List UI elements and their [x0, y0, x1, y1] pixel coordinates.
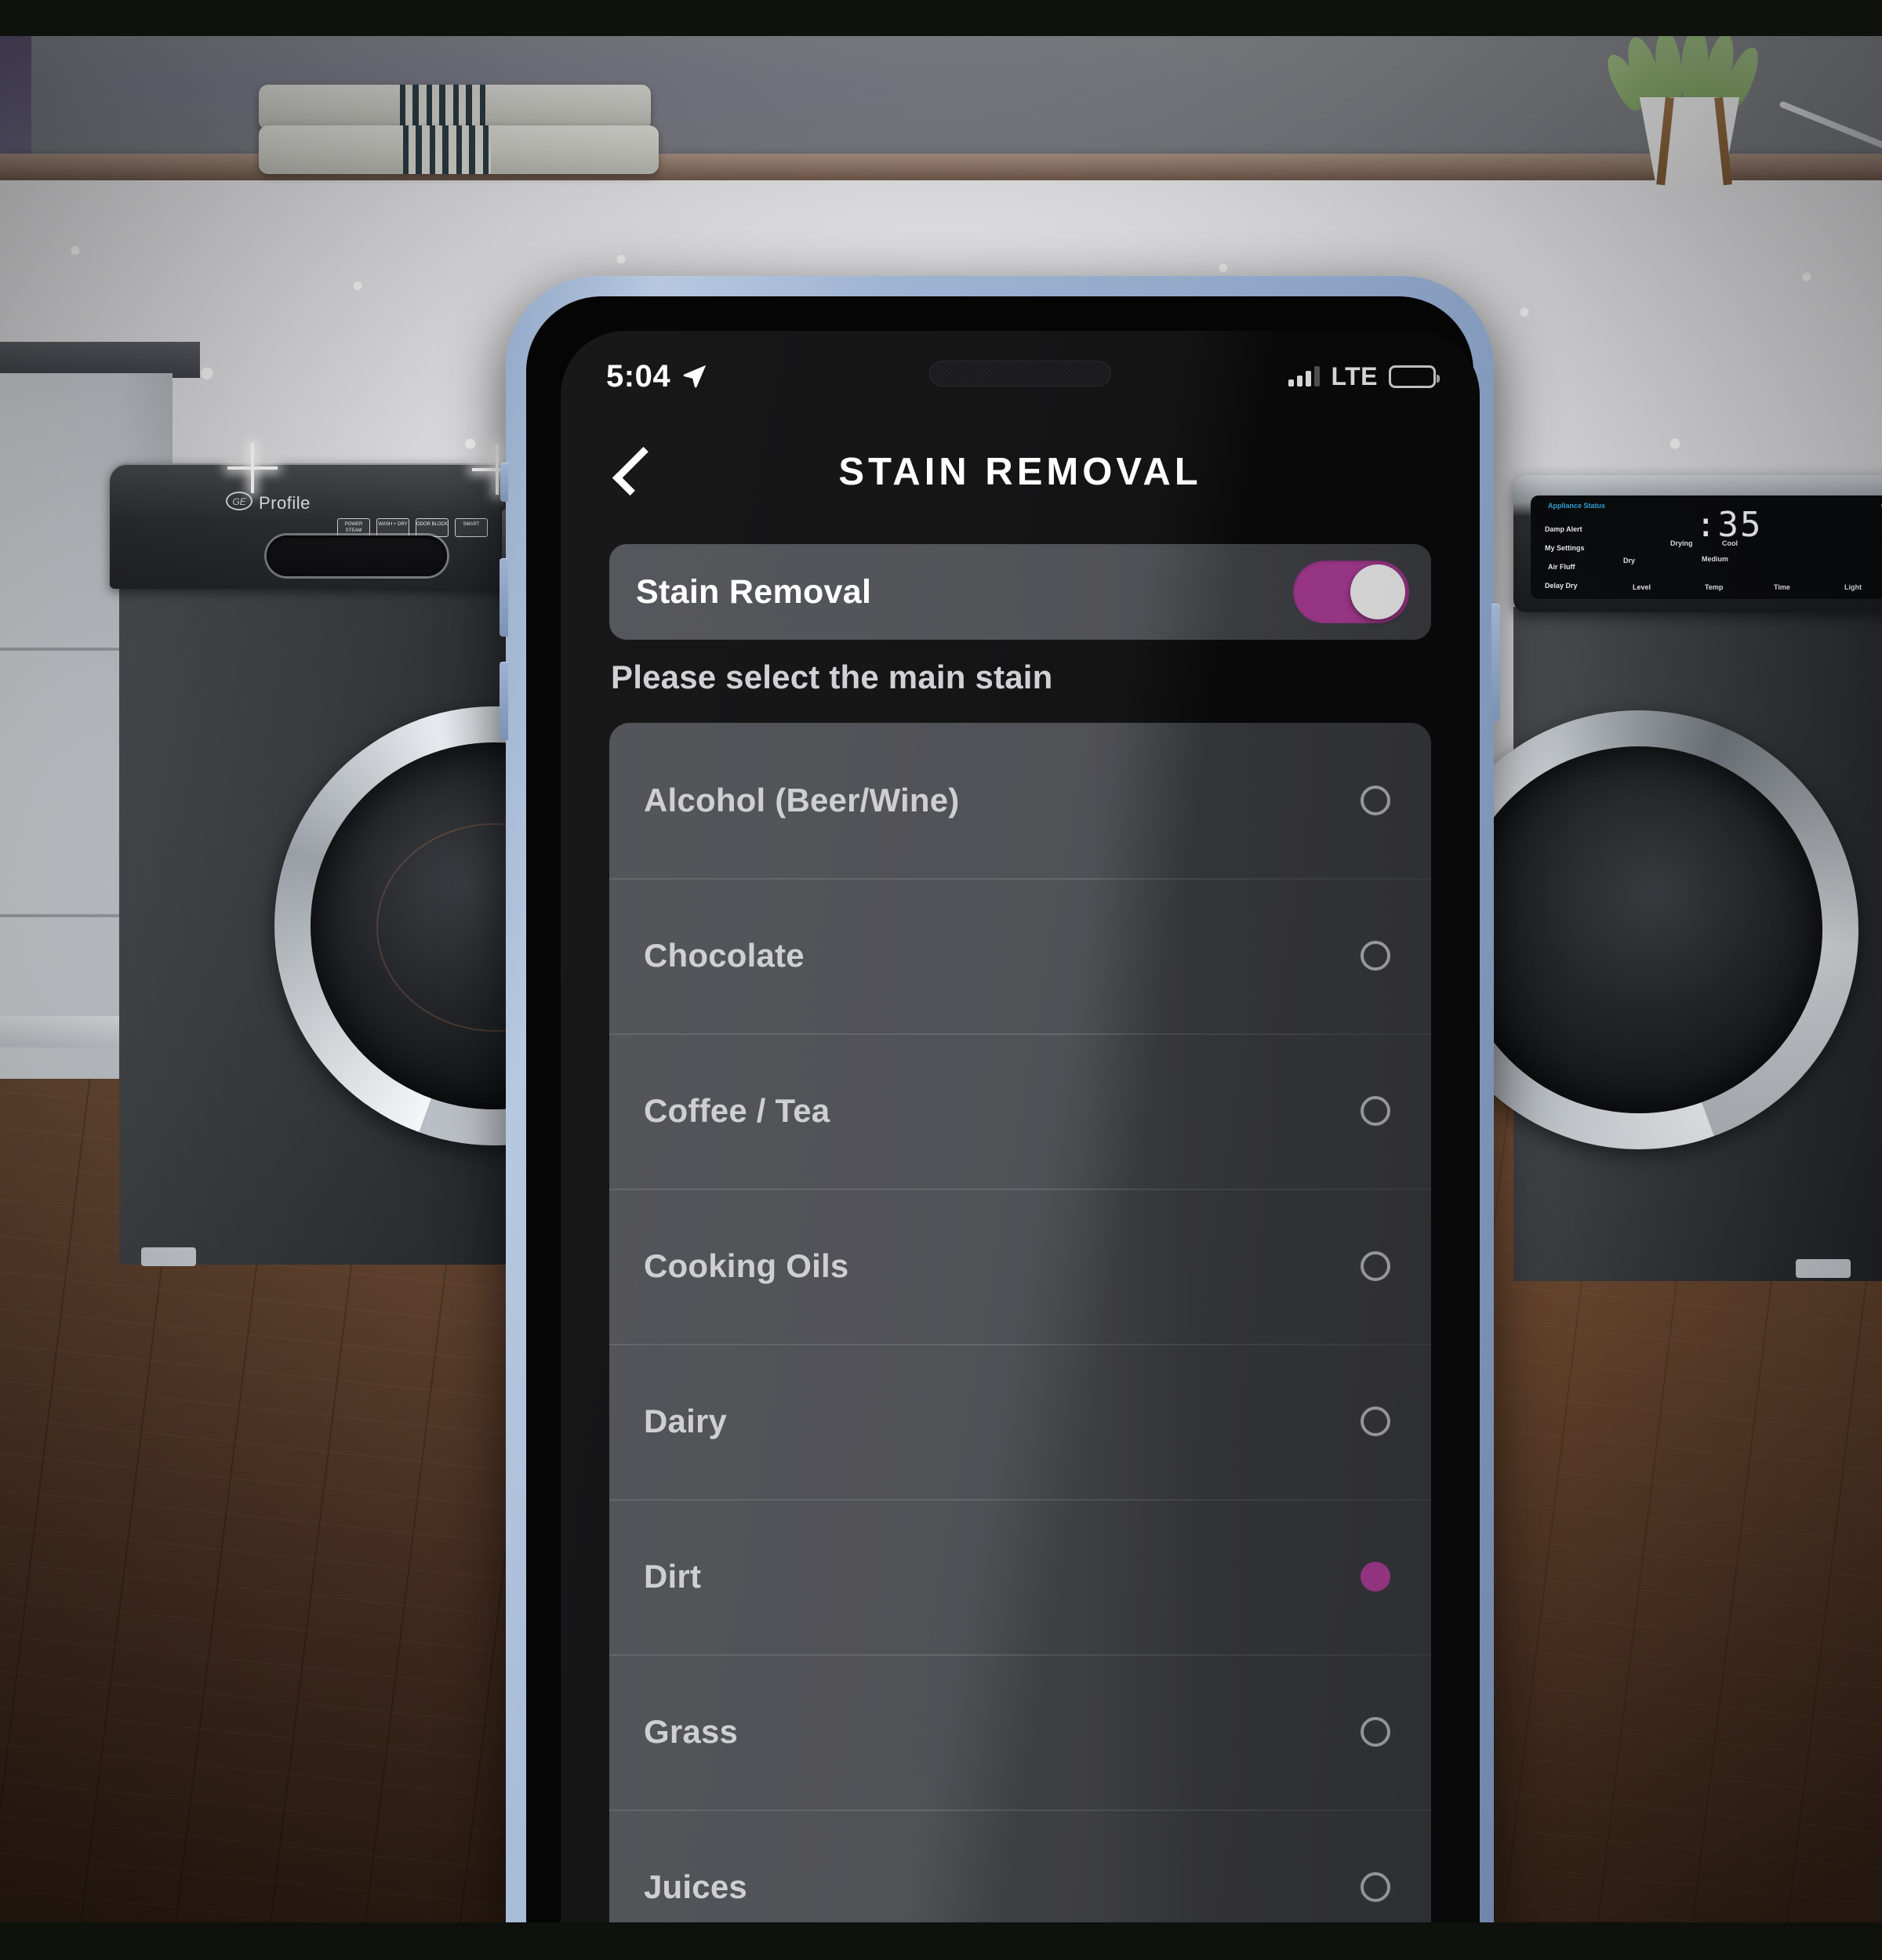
stain-row-cooking-oils[interactable]: Cooking Oils	[609, 1189, 1431, 1344]
status-bar: 5:04 LTE	[561, 354, 1480, 398]
stain-row-dairy[interactable]: Dairy	[609, 1344, 1431, 1499]
stain-row-chocolate[interactable]: Chocolate	[609, 878, 1431, 1033]
dryer-delay-dry: Delay Dry	[1545, 582, 1578, 590]
location-arrow-icon	[683, 365, 707, 388]
washer-display-slot	[267, 535, 447, 576]
dryer-dry-label: Dry	[1623, 557, 1636, 564]
badge-power-steam: POWER STEAM	[337, 518, 370, 537]
stain-row-grass[interactable]: Grass	[609, 1654, 1431, 1809]
stain-label: Coffee / Tea	[644, 1092, 830, 1129]
stain-label: Cooking Oils	[644, 1247, 849, 1284]
stain-radio[interactable]	[1361, 1406, 1390, 1436]
stain-label: Alcohol (Beer/Wine)	[644, 782, 960, 818]
back-button[interactable]	[597, 436, 667, 506]
power-button[interactable]	[1491, 604, 1500, 721]
stain-row-alcohol[interactable]: Alcohol (Beer/Wine)	[609, 723, 1431, 878]
dryer-temp: Temp	[1705, 583, 1724, 591]
stain-removal-switch[interactable]	[1293, 561, 1409, 623]
stain-radio[interactable]	[1361, 1251, 1390, 1281]
battery-full-icon	[1389, 365, 1440, 388]
towel-bottom	[259, 125, 659, 174]
iphone-device: 5:04 LTE STAIN REMOVAL Stain Removal Ple…	[500, 276, 1500, 1943]
dryer-my-settings: My Settings	[1545, 544, 1585, 552]
switch-knob	[1350, 564, 1405, 619]
phone-bezel: 5:04 LTE STAIN REMOVAL Stain Removal Ple…	[526, 296, 1480, 1943]
dryer-damp-alert: Damp Alert	[1545, 525, 1582, 533]
letterbox-bottom	[0, 1922, 1882, 1960]
stain-row-dirt[interactable]: Dirt	[609, 1499, 1431, 1654]
washer-feature-badges: POWER STEAM WASH + DRY ODOR BLOCK SMART	[337, 518, 488, 537]
stain-label: Chocolate	[644, 937, 805, 974]
dryer-light: Light	[1844, 583, 1862, 591]
stain-radio-selected[interactable]	[1361, 1562, 1390, 1592]
towel-top	[259, 85, 651, 130]
dryer-level: Level	[1633, 583, 1651, 591]
ge-profile-dryer: Appliance Status :35 Damp Alert My Setti…	[1419, 475, 1882, 1281]
stain-radio[interactable]	[1361, 786, 1390, 815]
stain-label: Juices	[644, 1868, 747, 1905]
stain-row-coffee-tea[interactable]: Coffee / Tea	[609, 1033, 1431, 1189]
status-time: 5:04	[606, 358, 671, 394]
dryer-mode: Medium	[1702, 555, 1729, 563]
dryer-drying-stage: Drying	[1670, 539, 1693, 547]
stain-label: Grass	[644, 1713, 739, 1750]
dryer-status-label: Appliance Status	[1548, 502, 1606, 510]
badge-wash-dry: WASH + DRY	[376, 518, 409, 537]
navigation-bar: STAIN REMOVAL	[561, 425, 1480, 519]
chevron-left-icon	[612, 446, 662, 496]
phone-screen: 5:04 LTE STAIN REMOVAL Stain Removal Ple…	[561, 331, 1480, 1943]
section-label: Please select the main stain	[611, 659, 1053, 695]
volume-down-button[interactable]	[500, 662, 508, 740]
stain-radio[interactable]	[1361, 941, 1390, 971]
stain-radio[interactable]	[1361, 1096, 1390, 1126]
stain-removal-toggle-row[interactable]: Stain Removal	[609, 544, 1431, 640]
stain-label: Dirt	[644, 1558, 702, 1595]
page-title: STAIN REMOVAL	[838, 451, 1202, 493]
dryer-cool-stage: Cool	[1722, 539, 1738, 547]
badge-odor-block: ODOR BLOCK	[416, 518, 449, 537]
stain-removal-toggle-label: Stain Removal	[636, 572, 872, 611]
badge-smart: SMART	[455, 518, 488, 537]
stain-radio[interactable]	[1361, 1717, 1390, 1747]
screenshot-scene: GE Profile POWER STEAM WASH + DRY ODOR B…	[0, 0, 1882, 1960]
dryer-air-fluff: Air Fluff	[1548, 563, 1575, 571]
dryer-control-panel: Appliance Status :35 Damp Alert My Setti…	[1513, 475, 1882, 612]
potted-plant	[1600, 36, 1788, 186]
stain-list: Alcohol (Beer/Wine) Chocolate Coffee / T…	[609, 723, 1431, 1943]
mute-switch[interactable]	[500, 463, 508, 502]
network-type-label: LTE	[1331, 361, 1378, 390]
washer-brand-label: Profile	[259, 493, 311, 513]
folded-towels	[259, 85, 659, 174]
volume-up-button[interactable]	[500, 558, 508, 637]
stain-radio[interactable]	[1361, 1872, 1390, 1902]
dryer-time: Time	[1774, 583, 1790, 591]
dryer-door-glass	[1455, 746, 1822, 1113]
dryer-display: Appliance Status :35 Damp Alert My Setti…	[1531, 495, 1882, 599]
ge-logo-icon: GE	[226, 492, 253, 510]
letterbox-top	[0, 0, 1882, 36]
cellular-signal-icon	[1288, 366, 1321, 387]
stain-label: Dairy	[644, 1403, 728, 1439]
